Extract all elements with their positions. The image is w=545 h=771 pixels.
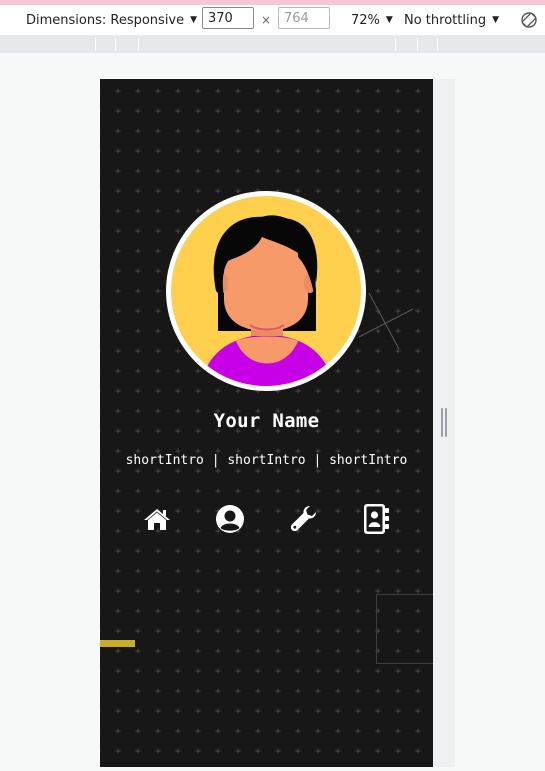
home-icon (144, 509, 170, 530)
zoom-label: 72% (351, 12, 380, 28)
media-query-ruler (0, 35, 545, 53)
profile-avatar (166, 191, 366, 391)
profile-intro: shortIntro | shortIntro | shortIntro (125, 453, 408, 468)
dimensions-label: Dimensions: Responsive (26, 12, 185, 28)
decorative-rectangle (376, 594, 433, 664)
profile-name: Your Name (213, 410, 320, 432)
caret-down-icon: ▼ (385, 15, 393, 25)
height-input[interactable] (278, 7, 330, 29)
dimensions-dropdown[interactable]: Dimensions: Responsive ▼ (26, 5, 197, 35)
skills-link[interactable] (287, 502, 321, 536)
rotate-icon[interactable] (519, 10, 539, 30)
times-symbol: × (261, 13, 272, 27)
throttling-label: No throttling (404, 12, 487, 28)
caret-down-icon: ▼ (492, 15, 499, 25)
zoom-dropdown[interactable]: 72% ▼ (351, 5, 393, 35)
width-input[interactable] (202, 7, 254, 29)
home-link[interactable] (140, 502, 174, 536)
wrench-icon (290, 506, 316, 532)
user-icon (216, 505, 244, 533)
devtools-toolbar: Dimensions: Responsive ▼ × 72% ▼ No thro… (0, 5, 545, 35)
about-link[interactable] (213, 502, 247, 536)
page-viewport: Your Name shortIntro | shortIntro | shor… (100, 79, 433, 767)
avatar-illustration (171, 196, 361, 386)
icon-nav (100, 502, 433, 538)
contact-book-icon (364, 504, 389, 534)
caret-down-icon: ▼ (190, 15, 198, 25)
contact-link[interactable] (359, 502, 393, 536)
throttling-dropdown[interactable]: No throttling ▼ (404, 5, 499, 35)
decorative-accent-bar (100, 640, 135, 647)
resize-handle[interactable] (441, 408, 447, 437)
